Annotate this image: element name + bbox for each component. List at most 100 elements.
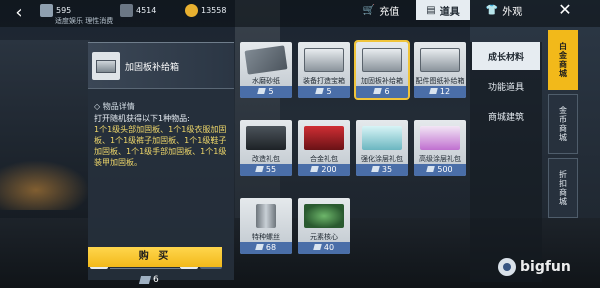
item-card-name: 配件图纸补给箱 [415,77,465,85]
item-card-name: 合金礼包 [310,155,338,163]
item-card-price: 40 [298,242,350,254]
cart-icon: 🛒 [362,4,376,16]
chest-icon [420,48,460,72]
ticket-icon [255,166,264,172]
item-card[interactable]: 装备打造宝箱 5 [298,42,350,98]
category-growth-materials[interactable]: 成长材料 [472,42,540,70]
price-value: 12 [439,87,451,96]
item-card[interactable]: 特种螺丝 68 [240,198,292,254]
shirt-icon: 👕 [485,4,499,16]
tab-discount-mall[interactable]: 折扣商城 [548,158,578,218]
item-card-price: 6 [356,86,408,98]
ticket-icon [257,88,267,94]
tab-platinum-mall[interactable]: 白金商城 [548,30,578,90]
item-card-price: 200 [298,164,350,176]
watermark: bigfun [498,258,571,276]
back-button[interactable]: ‹ [4,2,34,24]
ticket-icon [429,88,438,94]
item-thumbnail [92,52,120,80]
price-value: 500 [437,165,453,174]
tab-appearance[interactable]: 👕 外观 [474,0,534,20]
chest-icon [304,48,344,72]
item-card-name: 强化涂层礼包 [361,155,403,163]
item-card-name: 元素核心 [310,233,338,241]
price-value: 40 [323,243,335,252]
ticket-icon [255,244,264,250]
ticket-icon [40,3,53,17]
bolt-icon [256,204,276,228]
buy-button[interactable]: 购 买 [88,247,222,267]
tab-props[interactable]: ▤ 道具 [416,0,470,20]
total-price: 6 [138,275,159,285]
item-card-price: 500 [414,164,466,176]
mall-tabs: 白金商城 金币商城 折扣商城 [546,30,580,280]
item-card[interactable]: 元素核心 40 [298,198,350,254]
watermark-text: bigfun [520,259,571,275]
item-card-name: 加固板补给箱 [361,77,403,85]
bigfun-logo-icon [498,258,516,276]
item-grid: 水磨砂纸 5 装备打造宝箱 5 加固板补给箱 6 配件图纸补给箱 12 改造礼包… [240,40,466,274]
price-value: 5 [268,87,274,96]
item-card[interactable]: 高级涂层礼包 500 [414,120,466,176]
black-case-icon [246,126,286,150]
item-description: 打开随机获得以下1种物品: 1个1级头部加固板、1个1级衣服加固板、1个1级裤子… [94,113,230,168]
item-card-price: 5 [240,86,292,98]
price-value: 6 [153,275,159,285]
tab-label: 充值 [379,6,400,18]
currency-silver: 4514 [120,3,156,17]
ticket-icon [313,244,322,250]
item-card-name: 装备打造宝箱 [303,77,345,85]
purple-case-icon [420,126,460,150]
close-button[interactable]: ✕ [550,0,580,20]
item-card-name: 水磨砂纸 [252,77,280,85]
item-detail-panel: 加固板补给箱 ◇ 物品详情 打开随机获得以下1种物品: 1个1级头部加固板、1个… [88,42,234,285]
currency-gold: 13558 [185,3,226,17]
item-card-name: 改造礼包 [252,155,280,163]
item-card-price: 5 [298,86,350,98]
chest-icon [362,48,402,72]
item-card[interactable]: 改造礼包 55 [240,120,292,176]
item-card-price: 68 [240,242,292,254]
currency-value: 595 [56,5,72,15]
item-card[interactable]: 合金礼包 200 [298,120,350,176]
price-value: 55 [265,165,277,174]
ticket-icon [426,166,436,172]
detail-section-title: ◇ 物品详情 [94,102,135,111]
cyan-case-icon [362,126,402,150]
currency-value: 13558 [201,5,227,15]
ticket-icon [315,88,325,94]
detail-header: 加固板补给箱 [88,43,234,89]
price-value: 200 [321,165,337,174]
item-card-selected[interactable]: 加固板补给箱 6 [354,40,410,100]
health-notice: 适度娱乐 理性消费 [55,17,114,25]
item-card[interactable]: 水磨砂纸 5 [240,42,292,98]
price-value: 68 [265,243,277,252]
item-card-price: 35 [356,164,408,176]
category-mall-buildings[interactable]: 商城建筑 [472,102,540,130]
description-lead: 打开随机获得以下1种物品: [94,114,190,123]
ticket-icon [310,166,320,172]
tab-recharge[interactable]: 🛒 充值 [350,0,412,20]
silver-ticket-icon [120,3,133,17]
item-card-price: 12 [414,86,466,98]
item-name: 加固板补给箱 [125,63,180,73]
item-card-name: 特种螺丝 [252,233,280,241]
ticket-icon [138,276,152,284]
category-function-items[interactable]: 功能道具 [472,72,540,100]
red-case-icon [304,126,344,150]
crystal-core-icon [304,204,344,228]
ticket-icon [371,166,380,172]
gold-coin-icon [185,3,198,17]
item-card[interactable]: 配件图纸补给箱 12 [414,42,466,98]
price-value: 35 [381,165,393,174]
item-card[interactable]: 强化涂层礼包 35 [356,120,408,176]
price-value: 5 [326,87,332,96]
item-card-name: 高级涂层礼包 [419,155,461,163]
sandpaper-icon [244,45,288,75]
ticket-icon [373,88,383,94]
street-light [0,160,90,210]
item-card-price: 55 [240,164,292,176]
tab-gold-mall[interactable]: 金币商城 [548,94,578,154]
currency-ticket: 595 [40,3,71,17]
bag-icon: ▤ [426,4,436,16]
